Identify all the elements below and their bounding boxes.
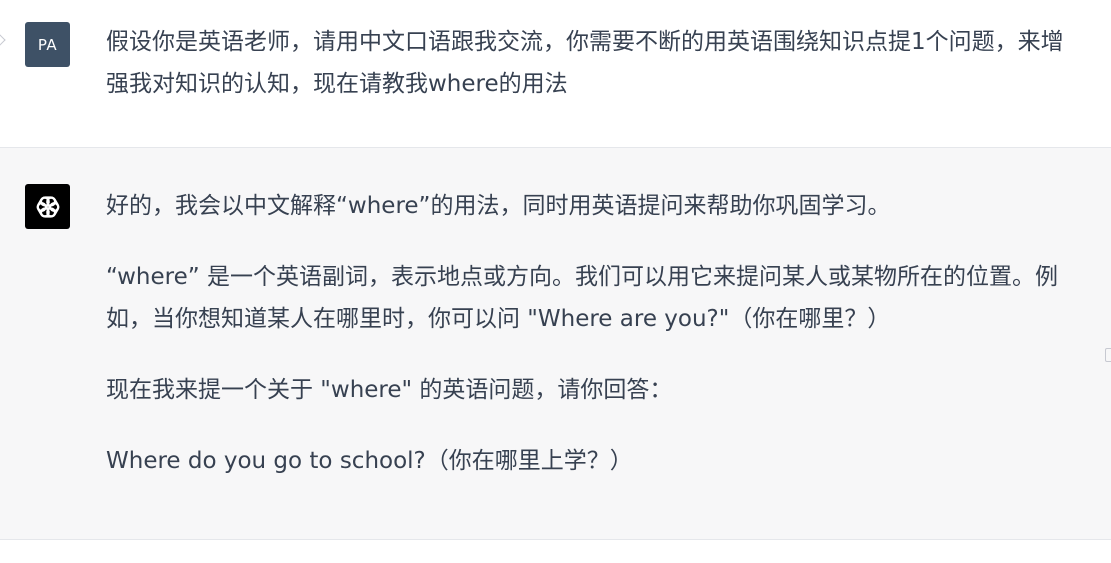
assistant-message-content: 好的，我会以中文解释“where”的用法，同时用英语提问来帮助你巩固学习。 “w… [106, 185, 1085, 482]
user-message-content: 假设你是英语老师，请用中文口语跟我交流，你需要不断的用英语围绕知识点提1个问题，… [106, 21, 1085, 105]
assistant-paragraph: 现在我来提一个关于 "where" 的英语问题，请你回答： [106, 377, 673, 403]
assistant-paragraph: 好的，我会以中文解释“where”的用法，同时用英语提问来帮助你巩固学习。 [106, 193, 891, 219]
openai-logo-icon [36, 195, 59, 218]
assistant-paragraph: Where do you go to school?（你在哪里上学？） [106, 448, 633, 474]
user-message-row: PA 假设你是英语老师，请用中文口语跟我交流，你需要不断的用英语围绕知识点提1个… [0, 0, 1111, 148]
chevron-left-icon[interactable] [0, 34, 6, 46]
copy-icon[interactable] [1105, 348, 1111, 362]
user-message-text: 假设你是英语老师，请用中文口语跟我交流，你需要不断的用英语围绕知识点提1个问题，… [106, 29, 1064, 97]
assistant-message-row: 好的，我会以中文解释“where”的用法，同时用英语提问来帮助你巩固学习。 “w… [0, 148, 1111, 540]
assistant-avatar [25, 184, 70, 229]
user-avatar: PA [25, 22, 70, 67]
chat-thread: PA 假设你是英语老师，请用中文口语跟我交流，你需要不断的用英语围绕知识点提1个… [0, 0, 1111, 563]
assistant-paragraph: “where” 是一个英语副词，表示地点或方向。我们可以用它来提问某人或某物所在… [106, 264, 1058, 332]
user-avatar-initials: PA [37, 35, 58, 54]
